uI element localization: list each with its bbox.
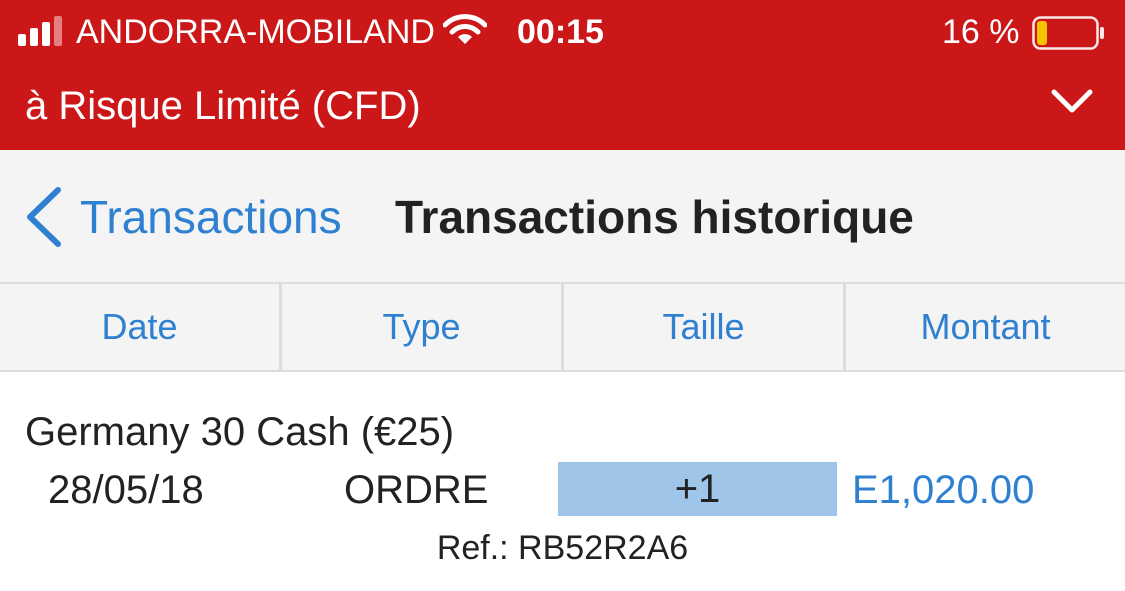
- instrument-name: Germany 30 Cash (€25): [25, 410, 455, 454]
- page-title: Transactions historique: [395, 191, 914, 243]
- chevron-left-icon[interactable]: [22, 186, 66, 248]
- transaction-amount: E1,020.00: [852, 468, 1035, 512]
- chevron-down-icon[interactable]: [1050, 86, 1094, 118]
- battery-percentage: 16 %: [942, 13, 1020, 51]
- transaction-date: 28/05/18: [48, 468, 204, 512]
- transaction-size: +1: [558, 462, 837, 516]
- account-title[interactable]: à Risque Limité (CFD): [25, 80, 421, 132]
- navigation-bar: Transactions Transactions historique: [0, 150, 1125, 284]
- clock: 00:15: [517, 13, 604, 51]
- column-type[interactable]: Type: [282, 284, 564, 370]
- carrier-name: ANDORRA-MOBILAND: [76, 13, 435, 51]
- column-date[interactable]: Date: [0, 284, 282, 370]
- column-amount[interactable]: Montant: [846, 284, 1125, 370]
- wifi-icon: [443, 14, 487, 44]
- column-header-row: Date Type Taille Montant: [0, 284, 1125, 372]
- status-bar: ANDORRA-MOBILAND 00:15 16 %: [0, 0, 1125, 64]
- account-header: ANDORRA-MOBILAND 00:15 16 % à Risque Lim…: [0, 0, 1125, 150]
- transaction-reference: Ref.: RB52R2A6: [436, 529, 689, 567]
- column-size[interactable]: Taille: [564, 284, 846, 370]
- cellular-signal-icon: [18, 12, 62, 46]
- transaction-type: ORDRE: [344, 468, 489, 512]
- battery-icon: [1032, 16, 1104, 50]
- back-button[interactable]: Transactions: [80, 190, 342, 244]
